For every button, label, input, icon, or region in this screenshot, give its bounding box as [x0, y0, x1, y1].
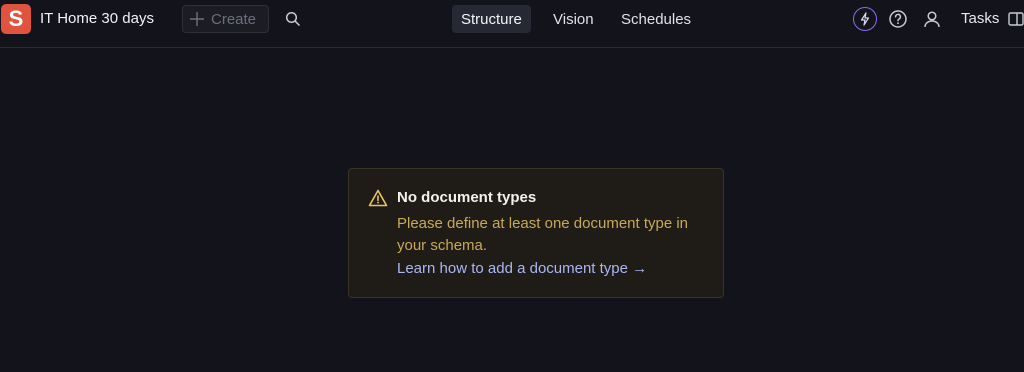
top-navigation-bar: S IT Home 30 days Create Structure Visio…	[0, 0, 1024, 48]
studio-logo[interactable]: S	[1, 4, 31, 34]
user-button[interactable]	[920, 7, 944, 31]
callout-title: No document types	[397, 189, 537, 206]
plus-icon	[190, 12, 204, 26]
tab-schedules[interactable]: Schedules	[612, 5, 700, 33]
warning-icon	[368, 189, 388, 207]
help-button[interactable]	[886, 7, 910, 31]
search-icon	[285, 11, 301, 27]
user-icon	[924, 11, 940, 28]
create-button-label: Create	[211, 10, 257, 28]
learn-more-link[interactable]: Learn how to add a document type →	[397, 260, 647, 277]
sidebar-panel-icon[interactable]	[1008, 11, 1024, 27]
tab-structure[interactable]: Structure	[452, 5, 531, 33]
create-button[interactable]: Create	[182, 5, 269, 33]
tasks-button[interactable]: Tasks	[961, 10, 999, 27]
search-button[interactable]	[282, 8, 304, 30]
no-document-types-callout: No document types Please define at least…	[348, 168, 724, 298]
tab-vision[interactable]: Vision	[544, 5, 603, 33]
project-title[interactable]: IT Home 30 days	[40, 10, 154, 27]
lightning-icon	[860, 12, 870, 26]
help-icon	[889, 10, 907, 28]
ai-assist-button[interactable]	[853, 7, 877, 31]
callout-body: Please define at least one document type…	[397, 215, 689, 254]
logo-letter: S	[8, 6, 24, 31]
